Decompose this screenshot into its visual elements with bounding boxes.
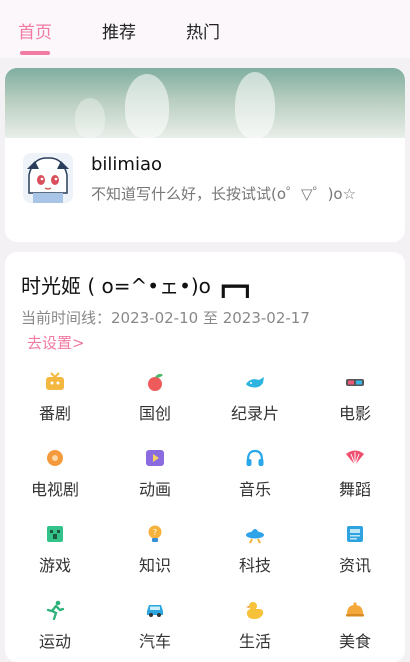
category-label: 番剧 (38, 404, 71, 423)
time-machine-card: 时光姬 ( o=^•ェ•)o ┏━┓ 当前时间线：2023-02-10 至 20… (5, 252, 405, 662)
profile-banner-image (5, 68, 405, 138)
tab-home[interactable]: 首页 (18, 18, 52, 43)
3d-glasses-icon (346, 379, 364, 386)
category-guochuang[interactable]: 国创 (105, 372, 205, 432)
category-label: 音乐 (238, 480, 271, 499)
tv-series-icon (47, 450, 63, 466)
category-car[interactable]: 汽车 (105, 600, 205, 660)
category-tech[interactable]: 科技 (205, 524, 305, 584)
creeper-icon (47, 526, 63, 542)
tab-recommend[interactable]: 推荐 (102, 18, 136, 43)
category-life[interactable]: 生活 (205, 600, 305, 660)
peach-icon (148, 373, 163, 391)
user-bio: 不知道写什么好，长按试试(o゜▽゜)o☆ (91, 185, 357, 203)
category-label: 国创 (138, 404, 171, 423)
category-dance[interactable]: 舞蹈 (305, 448, 405, 508)
news-icon (347, 526, 363, 542)
active-tab-indicator (20, 51, 50, 55)
category-label: 舞蹈 (338, 480, 371, 499)
whale-icon (246, 377, 264, 388)
category-label: 动画 (138, 480, 171, 499)
ufo-icon (246, 529, 264, 544)
category-label: 纪录片 (230, 404, 279, 423)
category-label: 美食 (338, 632, 371, 651)
category-sports[interactable]: 运动 (5, 600, 105, 660)
play-icon (146, 450, 164, 466)
tv-icon (46, 372, 64, 390)
category-label: 生活 (238, 632, 271, 651)
lightbulb-icon: ? (148, 525, 162, 542)
svg-text:?: ? (153, 528, 157, 537)
category-knowledge[interactable]: ? 知识 (105, 524, 205, 584)
category-label: 汽车 (138, 632, 171, 651)
category-label: 科技 (238, 556, 271, 575)
category-label: 电影 (338, 404, 371, 423)
profile-card[interactable]: bilimiao 不知道写什么好，长按试试(o゜▽゜)o☆ (5, 68, 405, 242)
category-label: 资讯 (338, 556, 371, 575)
headphones-icon (246, 449, 264, 466)
category-game[interactable]: 游戏 (5, 524, 105, 584)
avatar[interactable] (23, 153, 73, 203)
category-food[interactable]: 美食 (305, 600, 405, 660)
category-label: 运动 (38, 632, 71, 651)
fan-icon (346, 450, 364, 466)
running-icon (46, 600, 65, 620)
category-bangumi[interactable]: 番剧 (5, 372, 105, 432)
category-animation[interactable]: 动画 (105, 448, 205, 508)
category-tv-series[interactable]: 电视剧 (5, 448, 105, 508)
category-documentary[interactable]: 纪录片 (205, 372, 305, 432)
category-label: 电视剧 (30, 480, 79, 499)
category-music[interactable]: 音乐 (205, 448, 305, 508)
set-timeline-link[interactable]: 去设置> (27, 332, 85, 353)
food-cover-icon (346, 602, 364, 617)
duck-icon (246, 602, 264, 619)
category-news[interactable]: 资讯 (305, 524, 405, 584)
username: bilimiao (91, 154, 163, 175)
tab-hot[interactable]: 热门 (186, 18, 220, 43)
top-tab-bar: 首页 推荐 热门 (0, 0, 410, 58)
category-movie[interactable]: 电影 (305, 372, 405, 432)
car-icon (147, 605, 163, 617)
category-label: 游戏 (38, 556, 71, 575)
timeline-range: 当前时间线：2023-02-10 至 2023-02-17 (21, 309, 310, 327)
time-machine-title: 时光姬 ( o=^•ェ•)o ┏━┓ (21, 274, 254, 298)
category-label: 知识 (138, 556, 171, 575)
